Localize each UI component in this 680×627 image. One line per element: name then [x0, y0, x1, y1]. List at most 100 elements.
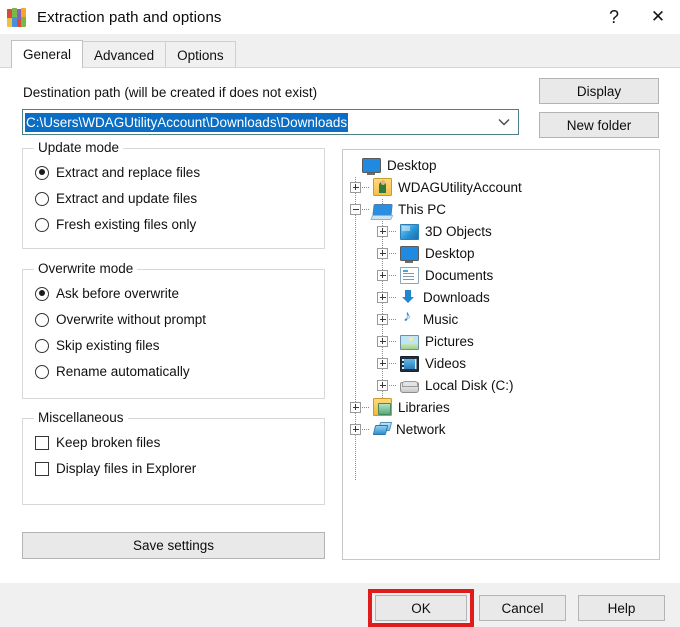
network-icon	[373, 421, 390, 437]
option-label: Keep broken files	[56, 435, 161, 450]
radio-skip-existing-files[interactable]: Skip existing files	[35, 338, 160, 353]
tab-advanced[interactable]: Advanced	[82, 41, 167, 68]
tree-item-videos[interactable]: Videos	[343, 352, 659, 374]
radio-fresh-existing-files-only[interactable]: Fresh existing files only	[35, 217, 196, 232]
checkbox-indicator	[35, 461, 49, 476]
tree-item-local-disk-c[interactable]: Local Disk (C:)	[343, 374, 659, 396]
radio-overwrite-without-prompt[interactable]: Overwrite without prompt	[35, 312, 206, 327]
tree-item-documents[interactable]: Documents	[343, 264, 659, 286]
checkbox-keep-broken-files[interactable]: Keep broken files	[35, 435, 160, 450]
radio-indicator	[35, 312, 49, 327]
option-label: Extract and replace files	[56, 165, 201, 180]
tree-item-downloads[interactable]: Downloads	[343, 286, 659, 308]
tab-general[interactable]: General	[11, 40, 84, 68]
tree-item-wdagutilityaccount[interactable]: WDAGUtilityAccount	[343, 176, 659, 198]
tab-strip: General Advanced Options	[0, 34, 680, 68]
3d-objects-icon	[400, 223, 419, 240]
cancel-button[interactable]: Cancel	[479, 595, 566, 621]
tree-item-label: 3D Objects	[425, 223, 492, 239]
radio-indicator	[35, 338, 49, 353]
tree-item-label: Pictures	[425, 333, 474, 349]
libraries-icon	[373, 398, 392, 416]
help-button[interactable]: Help	[578, 595, 665, 621]
tree-item-label: Music	[423, 311, 459, 327]
tree-connector	[362, 186, 370, 188]
destination-path-combobox[interactable]: C:\Users\WDAGUtilityAccount\Downloads\Do…	[22, 109, 519, 135]
save-settings-button[interactable]: Save settings	[22, 532, 325, 559]
monitor-icon	[400, 246, 419, 263]
tree-item-label: Network	[396, 421, 446, 437]
help-icon[interactable]: ?	[592, 0, 636, 34]
music-note-icon	[400, 308, 417, 327]
tree-item-this-pc[interactable]: This PC	[343, 198, 659, 220]
tree-item-label: Desktop	[387, 157, 437, 173]
tree-item-pictures[interactable]: Pictures	[343, 330, 659, 352]
expand-plus-icon[interactable]	[377, 291, 388, 303]
winrar-books-icon	[7, 7, 26, 27]
tree-item-label: WDAGUtilityAccount	[398, 179, 522, 195]
expand-plus-icon[interactable]	[350, 423, 361, 435]
tree-item-desktop-sub[interactable]: Desktop	[343, 242, 659, 264]
collapse-minus-icon[interactable]	[350, 203, 361, 215]
display-button[interactable]: Display	[539, 78, 659, 104]
radio-extract-and-replace-files[interactable]: Extract and replace files	[35, 165, 200, 180]
radio-rename-automatically[interactable]: Rename automatically	[35, 364, 190, 379]
tree-item-label: Downloads	[423, 289, 490, 305]
tree-item-3d-objects[interactable]: 3D Objects	[343, 220, 659, 242]
option-label: Ask before overwrite	[56, 286, 180, 301]
option-label: Overwrite without prompt	[56, 312, 207, 327]
tree-connector	[389, 362, 397, 364]
overwrite-mode-title: Overwrite mode	[34, 261, 138, 276]
close-icon[interactable]: ✕	[636, 0, 680, 34]
tree-item-label: This PC	[398, 201, 447, 217]
miscellaneous-title: Miscellaneous	[34, 410, 128, 425]
option-label: Fresh existing files only	[56, 217, 197, 232]
this-pc-icon	[372, 203, 393, 217]
checkbox-indicator	[35, 435, 49, 450]
radio-indicator	[35, 286, 49, 301]
tree-connector	[362, 428, 370, 430]
tree-connector	[389, 340, 397, 342]
general-tab-panel: Destination path (will be created if doe…	[0, 67, 680, 583]
radio-ask-before-overwrite[interactable]: Ask before overwrite	[35, 286, 179, 301]
expand-plus-icon[interactable]	[350, 401, 361, 413]
expand-plus-icon[interactable]	[377, 225, 388, 237]
option-label: Rename automatically	[56, 364, 190, 379]
folder-tree[interactable]: Desktop WDAGUtilityAccount This PC 3D Ob…	[342, 149, 660, 560]
checkbox-display-files-in-explorer[interactable]: Display files in Explorer	[35, 461, 196, 476]
option-label: Skip existing files	[56, 338, 160, 353]
tree-connector	[389, 252, 397, 254]
tree-item-music[interactable]: Music	[343, 308, 659, 330]
pictures-icon	[400, 334, 419, 350]
radio-extract-and-update-files[interactable]: Extract and update files	[35, 191, 197, 206]
user-folder-icon	[373, 178, 392, 196]
overwrite-mode-group: Overwrite mode Ask before overwrite Over…	[22, 261, 325, 399]
expand-plus-icon[interactable]	[377, 247, 388, 259]
new-folder-button[interactable]: New folder	[539, 112, 659, 138]
expand-plus-icon[interactable]	[350, 181, 361, 193]
tree-item-label: Local Disk (C:)	[425, 377, 514, 393]
title-bar: Extraction path and options ? ✕	[0, 0, 680, 34]
expand-plus-icon[interactable]	[377, 269, 388, 281]
destination-path-input[interactable]: C:\Users\WDAGUtilityAccount\Downloads\Do…	[25, 112, 349, 132]
monitor-icon	[362, 158, 381, 175]
expand-plus-icon[interactable]	[377, 335, 388, 347]
update-mode-group: Update mode Extract and replace files Ex…	[22, 140, 325, 249]
tree-item-network[interactable]: Network	[343, 418, 659, 440]
option-label: Display files in Explorer	[56, 461, 197, 476]
expand-plus-icon[interactable]	[377, 357, 388, 369]
ok-button[interactable]: OK	[375, 595, 467, 621]
tree-connector	[362, 208, 370, 210]
tree-connector	[362, 406, 370, 408]
chevron-down-icon[interactable]	[490, 110, 518, 134]
miscellaneous-group: Miscellaneous Keep broken files Display …	[22, 410, 325, 505]
downloads-arrow-icon	[400, 289, 417, 305]
radio-indicator	[35, 217, 49, 232]
expand-plus-icon[interactable]	[377, 379, 388, 391]
tree-connector	[389, 274, 397, 276]
tab-options[interactable]: Options	[165, 41, 236, 68]
tree-item-desktop[interactable]: Desktop	[343, 150, 659, 176]
update-mode-title: Update mode	[34, 140, 124, 155]
tree-item-libraries[interactable]: Libraries	[343, 396, 659, 418]
expand-plus-icon[interactable]	[377, 313, 388, 325]
